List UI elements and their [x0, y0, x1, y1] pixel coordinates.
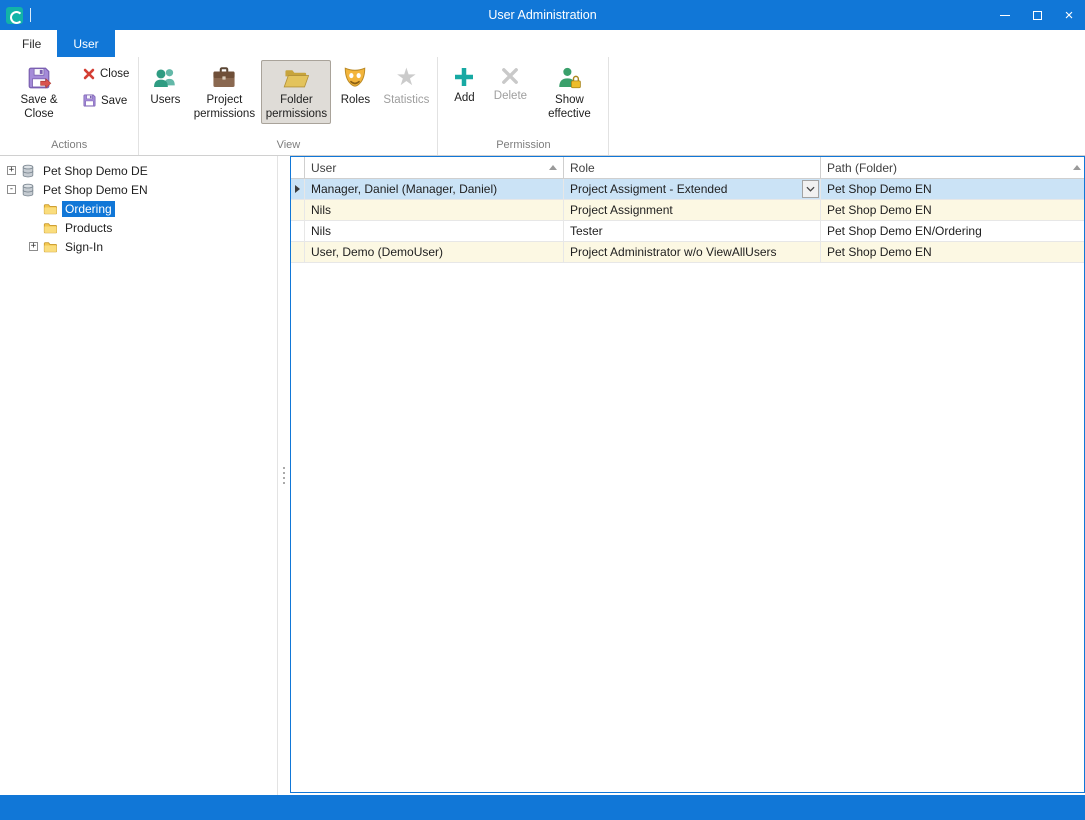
close-red-icon	[82, 67, 96, 81]
row-indicator	[291, 242, 305, 262]
sort-asc-icon	[549, 165, 557, 170]
table-row[interactable]: Nils Tester Pet Shop Demo EN/Ordering	[291, 221, 1084, 242]
cell-role-editor[interactable]: Project Assigment - Extended	[564, 179, 821, 199]
users-icon	[152, 65, 178, 91]
minimize-icon	[1000, 15, 1010, 16]
minimize-button[interactable]	[989, 0, 1021, 30]
roles-button[interactable]: Roles	[333, 60, 377, 111]
save-close-icon	[26, 65, 52, 91]
expand-icon[interactable]: +	[7, 166, 16, 175]
permissions-grid: User Role Path (Folder) Manager, Daniel …	[290, 156, 1085, 793]
row-indicator	[291, 200, 305, 220]
cell-path[interactable]: Pet Shop Demo EN	[821, 200, 1084, 220]
ribbon: Save & Close Close	[0, 57, 1085, 156]
table-row[interactable]: Nils Project Assignment Pet Shop Demo EN	[291, 200, 1084, 221]
statistics-button: ★ Statistics	[379, 60, 433, 111]
group-label-actions: Actions	[0, 138, 138, 155]
cell-user[interactable]: Manager, Daniel (Manager, Daniel)	[305, 179, 564, 199]
splitter-handle[interactable]	[278, 156, 290, 795]
collapse-icon[interactable]: -	[7, 185, 16, 194]
cell-path[interactable]: Pet Shop Demo EN/Ordering	[821, 221, 1084, 241]
cell-role[interactable]: Project Assignment	[564, 200, 821, 220]
close-button[interactable]: ×	[1053, 0, 1085, 30]
folder-permissions-button[interactable]: Folder permissions	[261, 60, 331, 124]
star-icon: ★	[396, 65, 418, 91]
maximize-button[interactable]	[1021, 0, 1053, 30]
column-header-path[interactable]: Path (Folder)	[821, 157, 1084, 178]
show-effective-button[interactable]: Show effective	[534, 60, 604, 124]
row-indicator	[291, 179, 305, 199]
cell-role[interactable]: Project Administrator w/o ViewAllUsers	[564, 242, 821, 262]
plus-icon	[452, 65, 476, 89]
ribbon-group-permission: Add Delete Show effective	[438, 57, 609, 155]
role-dropdown-button[interactable]	[802, 180, 819, 198]
add-permission-button[interactable]: Add	[442, 60, 486, 109]
database-icon	[21, 164, 35, 178]
project-permissions-button[interactable]: Project permissions	[189, 60, 259, 124]
cell-path[interactable]: Pet Shop Demo EN	[821, 179, 1084, 199]
tree-node-sign-in[interactable]: + Sign-In	[0, 237, 277, 256]
cell-user[interactable]: Nils	[305, 221, 564, 241]
close-file-button[interactable]: Close	[79, 62, 135, 85]
save-icon	[82, 93, 97, 108]
cell-role[interactable]: Tester	[564, 221, 821, 241]
close-icon: ×	[1065, 8, 1074, 23]
open-folder-icon	[283, 65, 309, 91]
sort-asc-icon	[1073, 165, 1081, 170]
cell-user[interactable]: Nils	[305, 200, 564, 220]
group-label-permission: Permission	[438, 138, 608, 155]
person-lock-icon	[556, 65, 582, 91]
maximize-icon	[1033, 11, 1042, 20]
status-bar	[0, 795, 1085, 820]
main-area: + Pet Shop Demo DE - Pet Shop Demo EN	[0, 156, 1085, 795]
tab-user[interactable]: User	[57, 30, 114, 57]
delete-permission-button: Delete	[488, 60, 532, 107]
briefcase-icon	[211, 65, 237, 91]
grid-header: User Role Path (Folder)	[291, 157, 1084, 179]
cell-path[interactable]: Pet Shop Demo EN	[821, 242, 1084, 262]
row-indicator-header	[291, 157, 305, 178]
titlebar[interactable]: User Administration ×	[0, 0, 1085, 30]
folder-icon	[43, 221, 57, 235]
cell-user[interactable]: User, Demo (DemoUser)	[305, 242, 564, 262]
ribbon-group-view: Users Project permissions	[139, 57, 438, 155]
users-button[interactable]: Users	[143, 60, 187, 111]
table-row[interactable]: User, Demo (DemoUser) Project Administra…	[291, 242, 1084, 263]
delete-x-icon	[499, 65, 521, 87]
column-header-user[interactable]: User	[305, 157, 564, 178]
folder-tree: + Pet Shop Demo DE - Pet Shop Demo EN	[0, 156, 278, 795]
ribbon-group-actions: Save & Close Close	[0, 57, 139, 155]
save-button[interactable]: Save	[79, 89, 135, 112]
folder-icon	[43, 202, 57, 216]
database-icon	[21, 183, 35, 197]
save-and-close-button[interactable]: Save & Close	[4, 60, 74, 124]
table-row[interactable]: Manager, Daniel (Manager, Daniel) Projec…	[291, 179, 1084, 200]
group-label-view: View	[139, 138, 437, 155]
splitter-dots-icon	[283, 467, 285, 484]
column-header-role[interactable]: Role	[564, 157, 821, 178]
ribbon-tab-row: File User	[0, 30, 1085, 57]
expand-icon[interactable]: +	[29, 242, 38, 251]
tree-node-ordering[interactable]: Ordering	[0, 199, 277, 218]
row-indicator	[291, 221, 305, 241]
tab-file[interactable]: File	[6, 30, 57, 57]
tree-node-pet-shop-demo-de[interactable]: + Pet Shop Demo DE	[0, 161, 277, 180]
tree-node-pet-shop-demo-en[interactable]: - Pet Shop Demo EN	[0, 180, 277, 199]
window-title: User Administration	[0, 8, 1085, 22]
mask-icon	[342, 65, 368, 91]
current-row-icon	[295, 185, 300, 193]
folder-icon	[43, 240, 57, 254]
tree-node-products[interactable]: Products	[0, 218, 277, 237]
